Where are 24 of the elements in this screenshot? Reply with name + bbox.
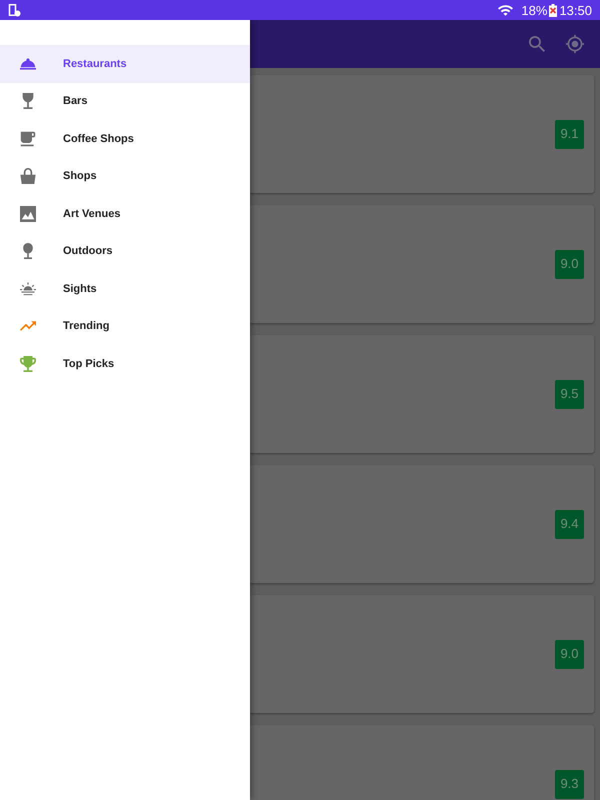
drawer-item[interactable]: Bars: [0, 82, 250, 120]
battery-percentage: 18%: [521, 4, 548, 16]
phone-clock-icon: [8, 4, 21, 16]
rating-badge: 9.0: [555, 640, 584, 668]
drawer-item[interactable]: Art Venues: [0, 195, 250, 232]
wifi-icon: [498, 3, 514, 17]
search-icon: [529, 36, 545, 52]
rating-badge: 9.0: [555, 250, 584, 278]
drawer-item[interactable]: Trending: [0, 308, 250, 345]
clock-time: 13:50: [559, 4, 592, 16]
drawer-item[interactable]: Coffee Shops: [0, 120, 250, 158]
drawer-item[interactable]: Shops: [0, 158, 250, 195]
drawer-item[interactable]: Restaurants: [0, 45, 250, 82]
crosshair-icon: [566, 35, 584, 53]
location-button[interactable]: [564, 33, 586, 55]
drawer-item[interactable]: Outdoors: [0, 232, 250, 270]
rating-badge: 9.5: [555, 380, 584, 408]
rating-badge: 9.1: [555, 120, 584, 148]
search-button[interactable]: [526, 33, 548, 55]
drawer-item[interactable]: Top Picks: [0, 345, 250, 382]
rating-badge: 9.4: [555, 510, 584, 538]
drawer-item[interactable]: Sights: [0, 270, 250, 308]
battery-icon: [549, 4, 558, 16]
rating-badge: 9.3: [555, 770, 584, 798]
